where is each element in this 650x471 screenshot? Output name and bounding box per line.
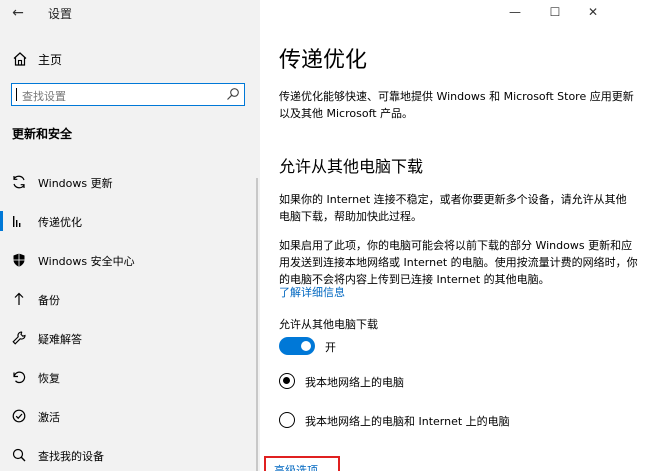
minimize-icon[interactable]: —	[506, 3, 524, 21]
info-paragraph-2: 如果启用了此项，你的电脑可能会将以前下载的部分 Windows 更新和应用发送到…	[279, 239, 638, 286]
sidebar-item-windows-update[interactable]: Windows 更新	[0, 169, 256, 195]
recovery-icon	[13, 371, 26, 384]
toggle-knob	[301, 341, 311, 351]
sidebar-item-find-my-device[interactable]: 查找我的设备	[0, 442, 256, 468]
back-arrow-icon[interactable]: ←	[8, 3, 28, 23]
advanced-options-link[interactable]: 高级选项	[274, 462, 318, 471]
delivery-optimization-icon	[13, 216, 21, 227]
find-device-icon	[12, 448, 26, 462]
sidebar-item-troubleshoot[interactable]: 疑难解答	[0, 325, 256, 351]
active-indicator	[0, 211, 3, 231]
search-icon[interactable]	[226, 87, 240, 101]
title-bar: ← 设置	[0, 0, 260, 26]
toggle-state-text: 开	[325, 341, 336, 354]
nav-home[interactable]: 主页	[0, 46, 260, 72]
radio-local-and-internet[interactable]	[279, 412, 295, 428]
backup-icon	[14, 292, 24, 305]
sidebar-item-label: 传递优化	[38, 216, 82, 229]
sidebar-scrollbar[interactable]	[256, 178, 258, 471]
sync-icon	[13, 175, 25, 189]
sidebar-item-label: 查找我的设备	[38, 450, 104, 463]
home-icon	[13, 52, 27, 66]
shield-icon	[13, 253, 25, 267]
section-heading: 允许从其他电脑下载	[279, 157, 424, 176]
text-caret	[16, 88, 17, 101]
sidebar-item-backup[interactable]: 备份	[0, 286, 256, 312]
wrench-icon	[12, 331, 26, 345]
activation-icon	[12, 409, 26, 423]
radio-label-local-and-internet[interactable]: 我本地网络上的电脑和 Internet 上的电脑	[305, 413, 510, 429]
sidebar-item-activation[interactable]: 激活	[0, 403, 256, 429]
radio-local-network[interactable]	[279, 373, 295, 389]
search-input[interactable]: 查找设置	[11, 83, 245, 106]
page-description: 传递优化能够快速、可靠地提供 Windows 和 Microsoft Store…	[279, 90, 634, 120]
search-placeholder: 查找设置	[22, 90, 66, 103]
close-icon[interactable]: ✕	[584, 3, 602, 21]
content-pane: — ☐ ✕ 传递优化 传递优化能够快速、可靠地提供 Windows 和 Micr…	[260, 0, 650, 471]
radio-selected-dot	[283, 377, 290, 384]
sidebar-item-label: 恢复	[38, 372, 60, 385]
allow-downloads-toggle[interactable]	[279, 337, 315, 355]
page-title: 传递优化	[279, 48, 368, 73]
maximize-icon[interactable]: ☐	[546, 3, 564, 21]
sidebar-item-recovery[interactable]: 恢复	[0, 364, 256, 390]
nav-home-label: 主页	[38, 53, 63, 67]
radio-label-local-network[interactable]: 我本地网络上的电脑	[305, 374, 404, 390]
sidebar-item-label: Windows 安全中心	[38, 255, 135, 268]
app-title: 设置	[48, 7, 73, 21]
highlight-box: 高级选项	[264, 456, 340, 471]
sidebar-item-label: 备份	[38, 294, 60, 307]
toggle-label: 允许从其他电脑下载	[279, 318, 378, 331]
info-paragraph-1: 如果你的 Internet 连接不稳定，或者你要更新多个设备，请允许从其他电脑下…	[279, 193, 627, 223]
window-controls: — ☐ ✕	[509, 0, 650, 24]
sidebar: ← 设置 主页 查找设置 更新和安全 Windows 更新 传递优化 Windo…	[0, 0, 260, 471]
sidebar-item-delivery-optimization[interactable]: 传递优化	[0, 208, 256, 234]
sidebar-item-label: 疑难解答	[38, 333, 82, 346]
section-title: 更新和安全	[12, 127, 73, 141]
sidebar-item-windows-security[interactable]: Windows 安全中心	[0, 247, 256, 273]
learn-more-link[interactable]: 了解详细信息	[279, 284, 345, 300]
sidebar-item-label: Windows 更新	[38, 177, 113, 190]
sidebar-item-label: 激活	[38, 411, 60, 424]
